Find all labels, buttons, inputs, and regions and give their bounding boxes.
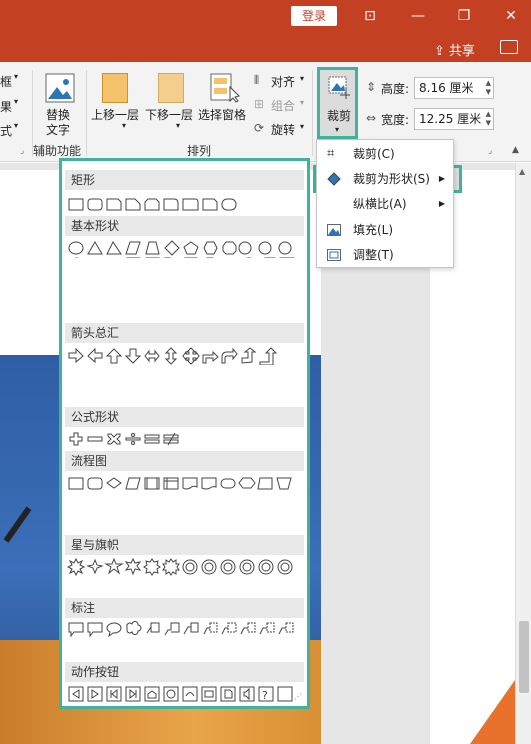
menu-item-fill[interactable]: 填充(L)	[317, 218, 453, 242]
send-backward-button[interactable]: 下移一层	[145, 106, 193, 123]
ribbon-partial-3[interactable]: 式	[0, 122, 12, 139]
group-icon: ⊞	[254, 97, 265, 111]
tab-row: ⇪ 共享	[0, 34, 531, 62]
accessibility-group-label: 辅助功能	[33, 144, 82, 158]
dropdown-arrow-icon[interactable]: ▾	[14, 121, 18, 130]
chevron-down-icon[interactable]: ▾	[176, 121, 180, 130]
selection-pane-button[interactable]: 选择窗格	[198, 106, 246, 123]
category-stars-and-banners: 星与旗帜	[65, 535, 304, 555]
collapse-ribbon-icon[interactable]: ▲	[512, 145, 519, 155]
category-block-arrows: 箭头总汇	[65, 323, 304, 343]
crop-menu: ⌗ 裁剪(C) 裁剪为形状(S) ▶ 纵横比(A) ▶ 填充(L) 调整(T)	[316, 139, 454, 268]
category-equation-shapes: 公式形状	[65, 407, 304, 427]
bring-forward-button[interactable]: 上移一层	[91, 106, 139, 123]
fit-icon	[327, 249, 341, 261]
share-label: 共享	[448, 44, 475, 59]
dialog-launcher-icon[interactable]: ⌟	[488, 146, 492, 156]
menu-item-fit[interactable]: 调整(T)	[317, 243, 453, 267]
close-icon[interactable]: ✕	[503, 8, 519, 24]
restore-icon[interactable]: ❐	[456, 8, 472, 24]
group-divider	[86, 70, 87, 156]
comments-icon[interactable]	[500, 40, 518, 54]
rotate-button[interactable]: 旋转	[271, 121, 295, 138]
menu-item-label: 裁剪为形状(S)	[353, 172, 430, 186]
category-callouts: 标注	[65, 598, 304, 618]
width-label: 宽度:	[381, 113, 410, 127]
title-bar: 登录 ⊡ — ❐ ✕	[0, 0, 531, 34]
crop-to-shape-icon	[327, 172, 341, 186]
category-basic-shapes: 基本形状	[65, 216, 304, 236]
shape-row-block-arrows[interactable]	[67, 347, 303, 365]
group-button: 组合	[271, 99, 296, 113]
menu-item-label: 填充(L)	[353, 223, 394, 237]
shape-row-action-buttons[interactable]: ?	[67, 685, 303, 703]
send-backward-icon[interactable]	[158, 73, 184, 103]
slide-decoration	[470, 680, 515, 744]
share-icon: ⇪	[434, 44, 445, 59]
height-icon: ⇕	[366, 80, 377, 94]
height-value: 8.16 厘米	[419, 81, 474, 95]
fill-icon	[327, 224, 341, 236]
submenu-arrow-icon: ▶	[438, 174, 445, 183]
group-divider	[312, 70, 313, 156]
shape-gallery: 矩形 基本形状 箭头总汇 公式形状 流程图 星与旗帜 标注 动作按钮 ? ⋰	[59, 158, 310, 709]
shape-row-equation-shapes[interactable]	[67, 431, 303, 449]
bring-forward-icon[interactable]	[102, 73, 128, 103]
shape-row-flowchart[interactable]	[67, 475, 303, 493]
align-button[interactable]: 对齐	[271, 73, 295, 90]
menu-item-aspect-ratio[interactable]: 纵横比(A) ▶	[317, 192, 453, 216]
spinner-arrows-icon[interactable]: ▲ ▼	[486, 110, 491, 128]
menu-item-crop[interactable]: ⌗ 裁剪(C)	[317, 142, 453, 166]
category-action-buttons: 动作按钮	[65, 662, 304, 682]
shape-row-callouts[interactable]	[67, 621, 303, 639]
crop-button[interactable]: 裁剪 ▾	[317, 67, 358, 139]
crop-icon: ⌗	[327, 146, 335, 161]
menu-item-label: 纵横比(A)	[353, 197, 407, 211]
width-icon: ⇔	[366, 111, 377, 125]
selection-pane-icon[interactable]	[210, 73, 240, 103]
svg-text:?: ?	[262, 689, 268, 702]
width-value: 12.25 厘米	[419, 112, 482, 126]
vertical-scrollbar[interactable]: ▲	[515, 163, 531, 744]
spinner-arrows-icon[interactable]: ▲ ▼	[486, 79, 491, 97]
dialog-launcher-icon[interactable]: ⌟	[20, 146, 24, 156]
category-flowchart: 流程图	[65, 451, 304, 471]
align-icon[interactable]: ⫴	[254, 73, 259, 88]
chevron-down-icon[interactable]: ▾	[300, 74, 304, 83]
height-label: 高度:	[381, 82, 410, 96]
scroll-up-icon[interactable]: ▲	[519, 167, 525, 176]
menu-item-label: 裁剪(C)	[353, 147, 395, 161]
scrollbar-thumb[interactable]	[519, 621, 529, 693]
ribbon-display-options-icon[interactable]: ⊡	[362, 8, 378, 24]
alt-text-icon[interactable]	[45, 73, 75, 103]
ribbon-partial-1[interactable]: 框	[0, 73, 12, 90]
rotate-icon[interactable]: ⟳	[254, 121, 264, 135]
shape-row-stars-and-banners[interactable]	[67, 558, 303, 576]
crop-label: 裁剪	[327, 109, 352, 123]
alt-text-label-2[interactable]: 文字	[46, 121, 70, 138]
menu-item-crop-to-shape[interactable]: 裁剪为形状(S) ▶	[317, 167, 453, 191]
height-field[interactable]: 8.16 厘米 ▲ ▼	[414, 77, 494, 99]
chevron-down-icon[interactable]: ▾	[122, 121, 126, 130]
resize-grip-icon[interactable]: ⋰	[294, 692, 302, 701]
ribbon-partial-2[interactable]: 果	[0, 98, 12, 115]
menu-item-label: 调整(T)	[353, 248, 394, 262]
shape-gallery-content: 矩形 基本形状 箭头总汇 公式形状 流程图 星与旗帜 标注 动作按钮 ? ⋰	[65, 164, 304, 703]
category-rectangles: 矩形	[65, 170, 304, 190]
arrange-group-label: 排列	[187, 144, 212, 158]
chevron-down-icon: ▾	[335, 125, 340, 134]
submenu-arrow-icon: ▶	[438, 199, 445, 208]
login-button[interactable]: 登录	[291, 6, 337, 26]
width-field[interactable]: 12.25 厘米 ▲ ▼	[414, 108, 494, 130]
crop-icon	[328, 76, 350, 99]
chevron-down-icon: ▾	[300, 98, 305, 107]
minimize-icon[interactable]: —	[410, 8, 426, 24]
chevron-down-icon[interactable]: ▾	[300, 122, 304, 131]
shape-row-basic-shapes[interactable]	[67, 240, 303, 258]
shape-row-rectangles[interactable]	[67, 196, 303, 214]
dropdown-arrow-icon[interactable]: ▾	[14, 97, 18, 106]
share-button[interactable]: ⇪ 共享	[430, 40, 475, 59]
dropdown-arrow-icon[interactable]: ▾	[14, 72, 18, 81]
